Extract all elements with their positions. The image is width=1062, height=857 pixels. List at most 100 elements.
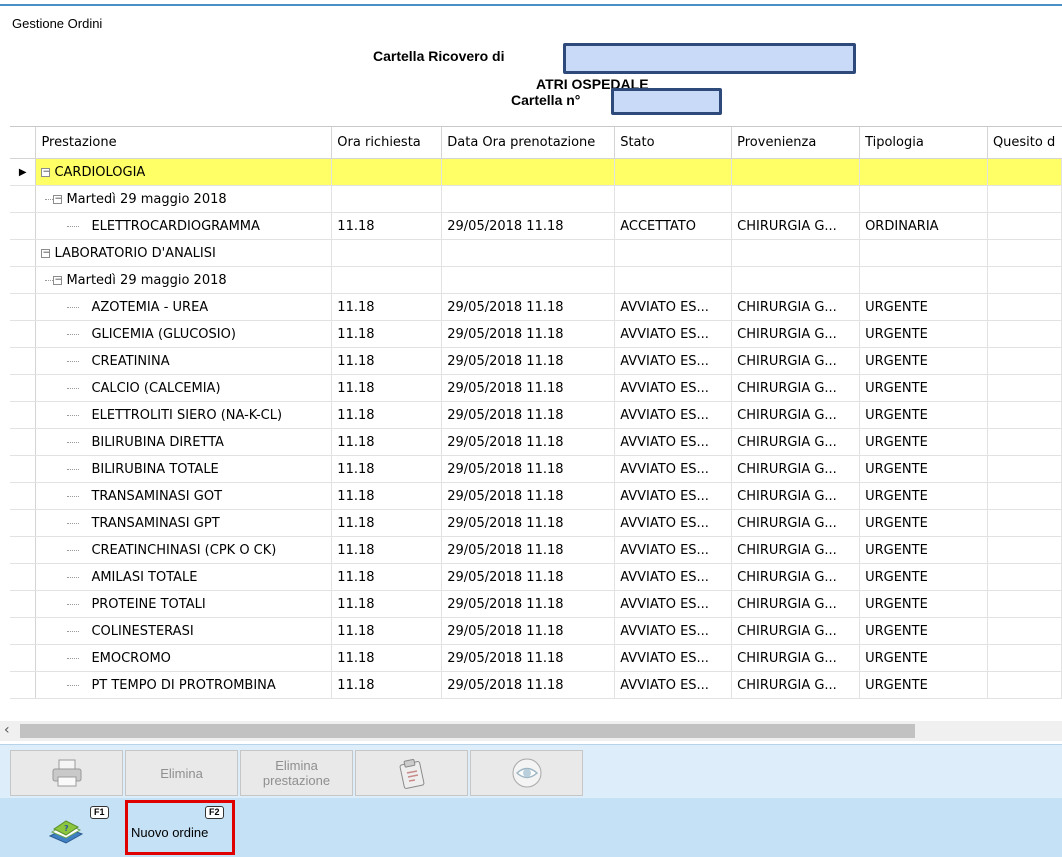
cell-value: 11.18 bbox=[337, 488, 375, 504]
collapse-icon[interactable]: − bbox=[53, 275, 63, 285]
cell-value: URGENTE bbox=[865, 596, 928, 612]
column-header[interactable]: Ora richiesta bbox=[331, 127, 443, 159]
redacted-patient-name bbox=[563, 43, 856, 74]
cell-value: CHIRURGIA G... bbox=[737, 380, 837, 396]
grid-cell: CHIRURGIA G... bbox=[731, 644, 861, 672]
cell-value: URGENTE bbox=[865, 407, 928, 423]
grid-cell bbox=[331, 185, 443, 213]
grid-cell: AVVIATO ES... bbox=[614, 374, 733, 402]
collapse-icon[interactable]: − bbox=[41, 167, 51, 177]
grid-cell bbox=[987, 455, 1062, 483]
print-button[interactable] bbox=[10, 750, 123, 796]
table-row[interactable]: PT TEMPO DI PROTROMBINA 11.18 29/05/2018 1… bbox=[10, 671, 1062, 699]
table-row[interactable]: TRANSAMINASI GPT 11.18 29/05/2018 11.18 AVV… bbox=[10, 509, 1062, 537]
date-cell[interactable]: − Martedì 29 maggio 2018 bbox=[35, 185, 333, 213]
grid-cell: 29/05/2018 11.18 bbox=[441, 374, 616, 402]
orders-grid[interactable]: Prestazione Ora richiesta Data Ora preno… bbox=[10, 126, 1062, 720]
table-row[interactable]: BILIRUBINA DIRETTA 11.18 29/05/2018 11.18 A… bbox=[10, 428, 1062, 456]
table-row[interactable]: AZOTEMIA - UREA 11.18 29/05/2018 11.18 AVVI… bbox=[10, 293, 1062, 321]
service-name: CREATININA bbox=[91, 353, 170, 369]
grid-cell bbox=[441, 266, 616, 294]
group-cell[interactable]: − LABORATORIO D'ANALISI bbox=[35, 239, 333, 267]
scrollbar-thumb[interactable] bbox=[20, 724, 915, 738]
row-indicator bbox=[10, 590, 37, 618]
date-cell[interactable]: − Martedì 29 maggio 2018 bbox=[35, 266, 333, 294]
cell-value: CHIRURGIA G... bbox=[737, 650, 837, 666]
grid-cell: 29/05/2018 11.18 bbox=[441, 293, 616, 321]
grid-cell: AVVIATO ES... bbox=[614, 590, 733, 618]
cell-value: 11.18 bbox=[337, 326, 375, 342]
grid-cell: URGENTE bbox=[859, 347, 988, 375]
printer-icon bbox=[52, 759, 81, 787]
service-name: BILIRUBINA TOTALE bbox=[91, 461, 219, 477]
table-row[interactable]: CREATININA 11.18 29/05/2018 11.18 AVVIATO E… bbox=[10, 347, 1062, 375]
grid-cell: CHIRURGIA G... bbox=[731, 212, 861, 240]
collapse-icon[interactable]: − bbox=[41, 248, 51, 258]
table-row[interactable]: TRANSAMINASI GOT 11.18 29/05/2018 11.18 AVV… bbox=[10, 482, 1062, 510]
table-row[interactable]: ELETTROCARDIOGRAMMA 11.18 29/05/2018 11.18… bbox=[10, 212, 1062, 240]
column-header[interactable]: Tipologia bbox=[859, 127, 988, 159]
help-button[interactable]: ? F1 bbox=[10, 800, 122, 855]
table-row[interactable]: EMOCROMO 11.18 29/05/2018 11.18 AVVIATO ES.… bbox=[10, 644, 1062, 672]
cell-value: AVVIATO ES... bbox=[620, 542, 709, 558]
delete-service-button[interactable]: Elimina prestazione bbox=[240, 750, 353, 796]
grid-cell: 11.18 bbox=[331, 293, 443, 321]
group-cell[interactable]: − CARDIOLOGIA bbox=[35, 158, 333, 186]
group-label: LABORATORIO D'ANALISI bbox=[54, 245, 216, 261]
row-indicator-header bbox=[10, 127, 37, 159]
grid-cell bbox=[987, 428, 1062, 456]
column-header[interactable]: Stato bbox=[614, 127, 733, 159]
cell-value: CHIRURGIA G... bbox=[737, 326, 837, 342]
table-row[interactable]: AMILASI TOTALE 11.18 29/05/2018 11.18 AVVIA… bbox=[10, 563, 1062, 591]
cell-value: 29/05/2018 11.18 bbox=[447, 569, 564, 585]
service-name: COLINESTERASI bbox=[91, 623, 194, 639]
grid-cell bbox=[987, 374, 1062, 402]
cell-value: AVVIATO ES... bbox=[620, 569, 709, 585]
grid-cell bbox=[331, 239, 443, 267]
column-header[interactable]: Provenienza bbox=[731, 127, 861, 159]
scroll-left-icon[interactable]: ‹ bbox=[4, 722, 10, 738]
cell-value: URGENTE bbox=[865, 650, 928, 666]
delete-button[interactable]: Elimina bbox=[125, 750, 238, 796]
table-row[interactable]: BILIRUBINA TOTALE 11.18 29/05/2018 11.18 AV… bbox=[10, 455, 1062, 483]
new-order-button[interactable]: F2 Nuovo ordine bbox=[125, 800, 235, 855]
date-row[interactable]: − Martedì 29 maggio 2018 bbox=[10, 185, 1062, 213]
view-button[interactable] bbox=[470, 750, 583, 796]
column-header[interactable]: Quesito d bbox=[987, 127, 1062, 159]
cell-value: AVVIATO ES... bbox=[620, 596, 709, 612]
grid-cell: 29/05/2018 11.18 bbox=[441, 671, 616, 699]
cell-value: 29/05/2018 11.18 bbox=[447, 596, 564, 612]
cell-value: URGENTE bbox=[865, 434, 928, 450]
column-header[interactable]: Data Ora prenotazione bbox=[441, 127, 616, 159]
f2-key-badge: F2 bbox=[205, 806, 224, 819]
table-row[interactable]: CREATINCHINASI (CPK O CK) 11.18 29/05/2018… bbox=[10, 536, 1062, 564]
cell-value: 29/05/2018 11.18 bbox=[447, 407, 564, 423]
table-row[interactable]: COLINESTERASI 11.18 29/05/2018 11.18 AVVIAT… bbox=[10, 617, 1062, 645]
table-row[interactable]: CALCIO (CALCEMIA) 11.18 29/05/2018 11.18 AV… bbox=[10, 374, 1062, 402]
horizontal-scrollbar[interactable]: ‹ bbox=[0, 721, 1062, 741]
collapse-icon[interactable]: − bbox=[53, 194, 63, 204]
row-indicator bbox=[10, 617, 37, 645]
grid-cell: CHIRURGIA G... bbox=[731, 320, 861, 348]
tree-connector bbox=[67, 333, 80, 335]
grid-cell: 11.18 bbox=[331, 671, 443, 699]
cell-value: 29/05/2018 11.18 bbox=[447, 623, 564, 639]
cell-value: CHIRURGIA G... bbox=[737, 569, 837, 585]
group-row[interactable]: − LABORATORIO D'ANALISI bbox=[10, 239, 1062, 267]
grid-cell: 11.18 bbox=[331, 455, 443, 483]
group-row[interactable]: ▶ − CARDIOLOGIA bbox=[10, 158, 1062, 186]
table-row[interactable]: GLICEMIA (GLUCOSIO) 11.18 29/05/2018 11.18… bbox=[10, 320, 1062, 348]
cell-value: 11.18 bbox=[337, 353, 375, 369]
column-header[interactable]: Prestazione bbox=[35, 127, 333, 159]
cell-value: URGENTE bbox=[865, 488, 928, 504]
cell-value: CHIRURGIA G... bbox=[737, 299, 837, 315]
table-row[interactable]: PROTEINE TOTALI 11.18 29/05/2018 11.18 AVVI… bbox=[10, 590, 1062, 618]
service-name: BILIRUBINA DIRETTA bbox=[91, 434, 224, 450]
cell-value: 29/05/2018 11.18 bbox=[447, 677, 564, 693]
clipboard-button[interactable] bbox=[355, 750, 468, 796]
service-cell: PT TEMPO DI PROTROMBINA bbox=[35, 671, 333, 699]
cell-value: 29/05/2018 11.18 bbox=[447, 326, 564, 342]
date-row[interactable]: − Martedì 29 maggio 2018 bbox=[10, 266, 1062, 294]
table-row[interactable]: ELETTROLITI SIERO (NA-K-CL) 11.18 29/05/20… bbox=[10, 401, 1062, 429]
row-indicator bbox=[10, 239, 37, 267]
